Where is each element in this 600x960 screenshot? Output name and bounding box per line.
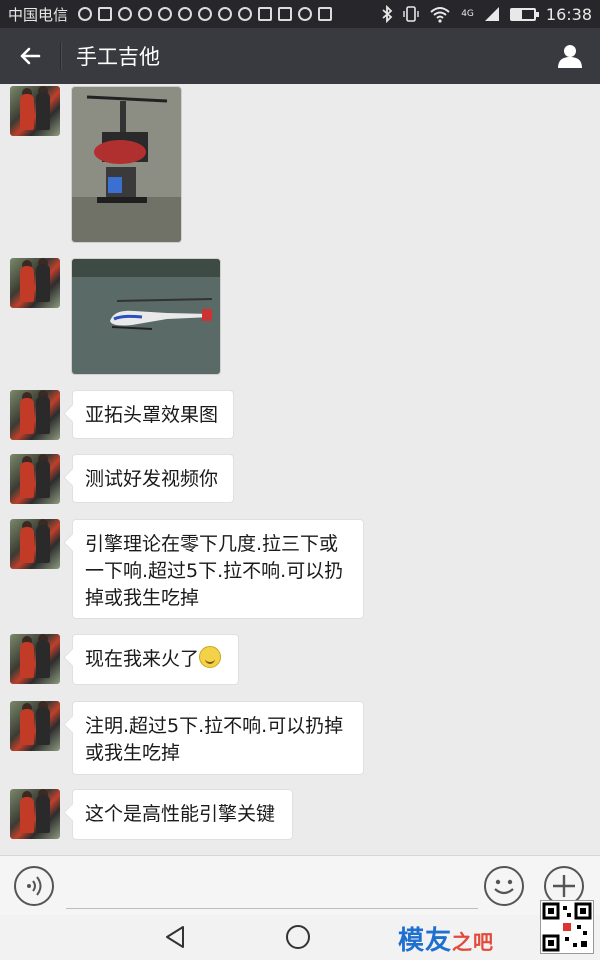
- message-text-line: 一下响.超过5下.拉不响.可以扔: [85, 560, 344, 582]
- image-message[interactable]: [71, 86, 182, 243]
- network-type: 4G: [461, 9, 474, 19]
- helicopter-frame-photo: [72, 87, 181, 242]
- header-divider: [60, 42, 61, 70]
- message-text: 亚拓头罩效果图: [85, 404, 219, 426]
- chat-title: 手工吉他: [76, 45, 160, 69]
- wifi-icon: [430, 7, 450, 23]
- watermark-text: 模友: [398, 926, 453, 956]
- qq-icon: [178, 7, 193, 21]
- watermark-suffix: 之吧: [452, 930, 495, 954]
- text-message[interactable]: 现在我来火了: [72, 634, 239, 685]
- keyboard-icon: [318, 7, 333, 21]
- message-text-line: 注明.超过5下.拉不响.可以扔掉: [85, 715, 344, 737]
- nav-back-icon[interactable]: [163, 925, 187, 949]
- alarm-icon: [258, 7, 273, 21]
- clock-icon: [238, 7, 253, 21]
- signal-icon: [484, 7, 499, 21]
- qr-code: [540, 900, 594, 954]
- message-text-line: 掉或我生吃掉: [85, 587, 200, 609]
- qq-icon: [218, 7, 233, 21]
- avatar[interactable]: [10, 634, 60, 684]
- avatar[interactable]: [10, 86, 60, 136]
- voice-button[interactable]: [14, 866, 54, 906]
- message-text: 测试好发视频你: [85, 468, 219, 490]
- chat-icon: [118, 7, 133, 21]
- avatar[interactable]: [10, 454, 60, 504]
- avatar[interactable]: [10, 390, 60, 440]
- vibrate-icon: [403, 6, 419, 22]
- avatar[interactable]: [10, 789, 60, 839]
- arrow-left-icon: [20, 47, 41, 65]
- cloud-icon: [78, 7, 93, 21]
- avatar[interactable]: [10, 519, 60, 569]
- smiley-icon: [494, 879, 514, 895]
- text-message[interactable]: 引擎理论在零下几度.拉三下或 一下响.超过5下.拉不响.可以扔 掉或我生吃掉: [72, 519, 364, 619]
- input-bar: [0, 855, 600, 915]
- message-list[interactable]: 亚拓头罩效果图 测试好发视频你 引擎理论在零下几度.拉三下或 一下响.超过5下.…: [0, 84, 600, 854]
- status-bar: 中国电信 4G 16:38: [0, 0, 600, 28]
- carrier-label: 中国电信: [8, 5, 69, 24]
- plus-icon: [553, 875, 575, 897]
- message-input[interactable]: [66, 864, 478, 909]
- nav-home-icon[interactable]: [286, 925, 310, 949]
- image-icon: [278, 7, 293, 21]
- chat-header: 手工吉他: [0, 28, 600, 84]
- system-nav-bar: [0, 915, 600, 960]
- qq-icon: [198, 7, 213, 21]
- message-text-line: 引擎理论在零下几度.拉三下或: [85, 533, 339, 555]
- battery-fill: [511, 9, 522, 19]
- message-text-line: 或我生吃掉: [85, 742, 181, 764]
- message-text: 现在我来火了: [85, 648, 200, 670]
- helicopter-on-floor-photo: [72, 259, 220, 374]
- watermark-logo: 模友之吧: [398, 920, 494, 957]
- qq-icon: [158, 7, 173, 21]
- chat-info-button[interactable]: [540, 28, 600, 84]
- status-left: 中国电信: [8, 4, 333, 25]
- status-right: 4G 16:38: [381, 5, 592, 24]
- text-message[interactable]: 亚拓头罩效果图: [72, 390, 234, 439]
- person-icon: [558, 45, 582, 68]
- notification-icon: [98, 7, 113, 21]
- voice-icon: [27, 876, 42, 896]
- message-text: 这个是高性能引擎关键: [85, 803, 276, 825]
- qr-code-icon: [542, 902, 592, 952]
- text-message[interactable]: 注明.超过5下.拉不响.可以扔掉 或我生吃掉: [72, 701, 364, 775]
- bluetooth-icon: [382, 5, 393, 23]
- avatar[interactable]: [10, 701, 60, 751]
- text-message[interactable]: 测试好发视频你: [72, 454, 234, 503]
- avatar[interactable]: [10, 258, 60, 308]
- clock-time: 16:38: [545, 4, 592, 24]
- text-message[interactable]: 这个是高性能引擎关键: [72, 789, 293, 840]
- smile-emoji: [199, 646, 222, 668]
- battery-icon: [509, 7, 539, 21]
- qq-icon: [138, 7, 153, 21]
- image-message[interactable]: [71, 258, 221, 375]
- wifi-small-icon: [298, 7, 313, 21]
- back-button[interactable]: [0, 28, 60, 84]
- emoji-button[interactable]: [484, 866, 524, 906]
